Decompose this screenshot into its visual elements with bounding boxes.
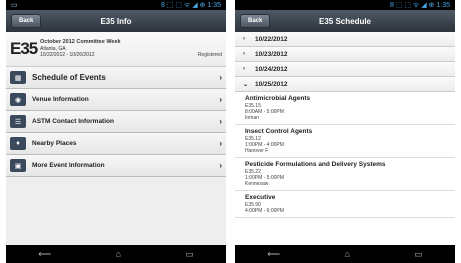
session-name: Pesticide Formulations and Delivery Syst…	[245, 161, 386, 168]
back-button[interactable]: Back	[240, 14, 271, 28]
notification-icon: ▭	[11, 2, 18, 9]
nav-back-icon[interactable]: ⟵	[38, 249, 51, 260]
menu-item-label: ASTM Contact Information	[32, 118, 114, 125]
chevron-down-icon: ⌄	[243, 81, 249, 88]
date-row-expanded[interactable]: ⌄ 10/25/2012	[235, 77, 455, 92]
contact-icon: ☰	[10, 115, 26, 128]
title-bar: Back E35 Schedule	[235, 10, 455, 32]
status-indicators: 8 ⬚ ⬚ ᯤ ◢ ⊕ 1:35	[389, 1, 450, 9]
event-details: October 2012 Committee Week Atlanta, GA …	[40, 39, 198, 59]
menu-item-nearby[interactable]: ♦ Nearby Places ›	[6, 133, 226, 155]
status-indicators: 8 ⬚ ⬚ ᯤ ◢ ⊕ 1:35	[160, 1, 221, 9]
calendar-icon: ▦	[10, 71, 26, 84]
nav-home-icon[interactable]: ⌂	[115, 249, 120, 259]
chevron-right-icon: ›	[243, 36, 245, 42]
date-label: 10/24/2012	[255, 65, 288, 73]
chevron-right-icon: ›	[243, 51, 245, 57]
date-label: 10/22/2012	[255, 35, 288, 43]
empty-area	[6, 177, 226, 245]
session-item[interactable]: Insect Control Agents E35.12 1:00PM - 4:…	[235, 125, 455, 158]
chevron-right-icon: ›	[219, 95, 222, 104]
nav-recent-icon[interactable]: ▭	[414, 249, 423, 260]
menu-item-label: More Event Information	[32, 162, 105, 169]
menu-item-label: Venue Information	[32, 96, 89, 103]
registration-status: Registered	[197, 52, 222, 58]
session-item[interactable]: Executive E35.90 4:00PM - 6:00PM	[235, 191, 455, 218]
schedule-screen: 8 ⬚ ⬚ ᯤ ◢ ⊕ 1:35 Back E35 Schedule › 10/…	[235, 0, 455, 263]
session-time: 4:00PM - 6:00PM	[245, 208, 284, 214]
status-bar: 8 ⬚ ⬚ ᯤ ◢ ⊕ 1:35	[235, 0, 455, 10]
location-icon: ◉	[10, 93, 26, 106]
menu-item-label: Nearby Places	[32, 140, 77, 147]
nav-recent-icon[interactable]: ▭	[185, 249, 194, 260]
chevron-right-icon: ›	[219, 139, 222, 148]
chevron-right-icon: ›	[219, 73, 222, 82]
event-dates: 10/22/2012 - 10/26/2012	[40, 52, 95, 59]
menu-item-contact[interactable]: ☰ ASTM Contact Information ›	[6, 111, 226, 133]
title-bar: Back E35 Info	[6, 10, 226, 32]
event-header: E35 October 2012 Committee Week Atlanta,…	[6, 32, 226, 67]
nav-home-icon[interactable]: ⌂	[344, 249, 349, 259]
session-room: Hanover F	[245, 148, 269, 154]
back-button[interactable]: Back	[11, 14, 42, 28]
chevron-right-icon: ›	[219, 161, 222, 170]
date-label: 10/23/2012	[255, 50, 288, 58]
chevron-right-icon: ›	[219, 117, 222, 126]
date-row[interactable]: › 10/23/2012	[235, 47, 455, 62]
date-row[interactable]: › 10/24/2012	[235, 62, 455, 77]
schedule-content: › 10/22/2012 › 10/23/2012 › 10/24/2012 ⌄…	[235, 32, 455, 245]
status-bar: ▭ 8 ⬚ ⬚ ᯤ ◢ ⊕ 1:35	[6, 0, 226, 10]
pin-icon: ♦	[10, 137, 26, 150]
info-icon: ▣	[10, 159, 26, 172]
session-room: Inman	[245, 115, 259, 121]
system-nav-bar: ⟵ ⌂ ▭	[235, 245, 455, 263]
event-code: E35	[10, 39, 38, 58]
chevron-right-icon: ›	[243, 66, 245, 72]
menu-item-label: Schedule of Events	[32, 73, 106, 82]
session-name: Antimicrobial Agents	[245, 95, 311, 102]
date-label: 10/25/2012	[255, 80, 288, 88]
session-item[interactable]: Pesticide Formulations and Delivery Syst…	[235, 158, 455, 191]
nav-back-icon[interactable]: ⟵	[267, 249, 280, 260]
event-info-screen: ▭ 8 ⬚ ⬚ ᯤ ◢ ⊕ 1:35 Back E35 Info E35 Oct…	[6, 0, 226, 263]
date-row[interactable]: › 10/22/2012	[235, 32, 455, 47]
session-room: Kennesaw	[245, 181, 269, 187]
session-name: Insect Control Agents	[245, 128, 313, 135]
session-item[interactable]: Antimicrobial Agents E35.15 8:00AM - 5:0…	[235, 92, 455, 125]
session-name: Executive	[245, 194, 276, 201]
menu-item-venue[interactable]: ◉ Venue Information ›	[6, 89, 226, 111]
menu-item-schedule[interactable]: ▦ Schedule of Events ›	[6, 67, 226, 89]
system-nav-bar: ⟵ ⌂ ▭	[6, 245, 226, 263]
menu-item-more-info[interactable]: ▣ More Event Information ›	[6, 155, 226, 177]
info-content: E35 October 2012 Committee Week Atlanta,…	[6, 32, 226, 245]
